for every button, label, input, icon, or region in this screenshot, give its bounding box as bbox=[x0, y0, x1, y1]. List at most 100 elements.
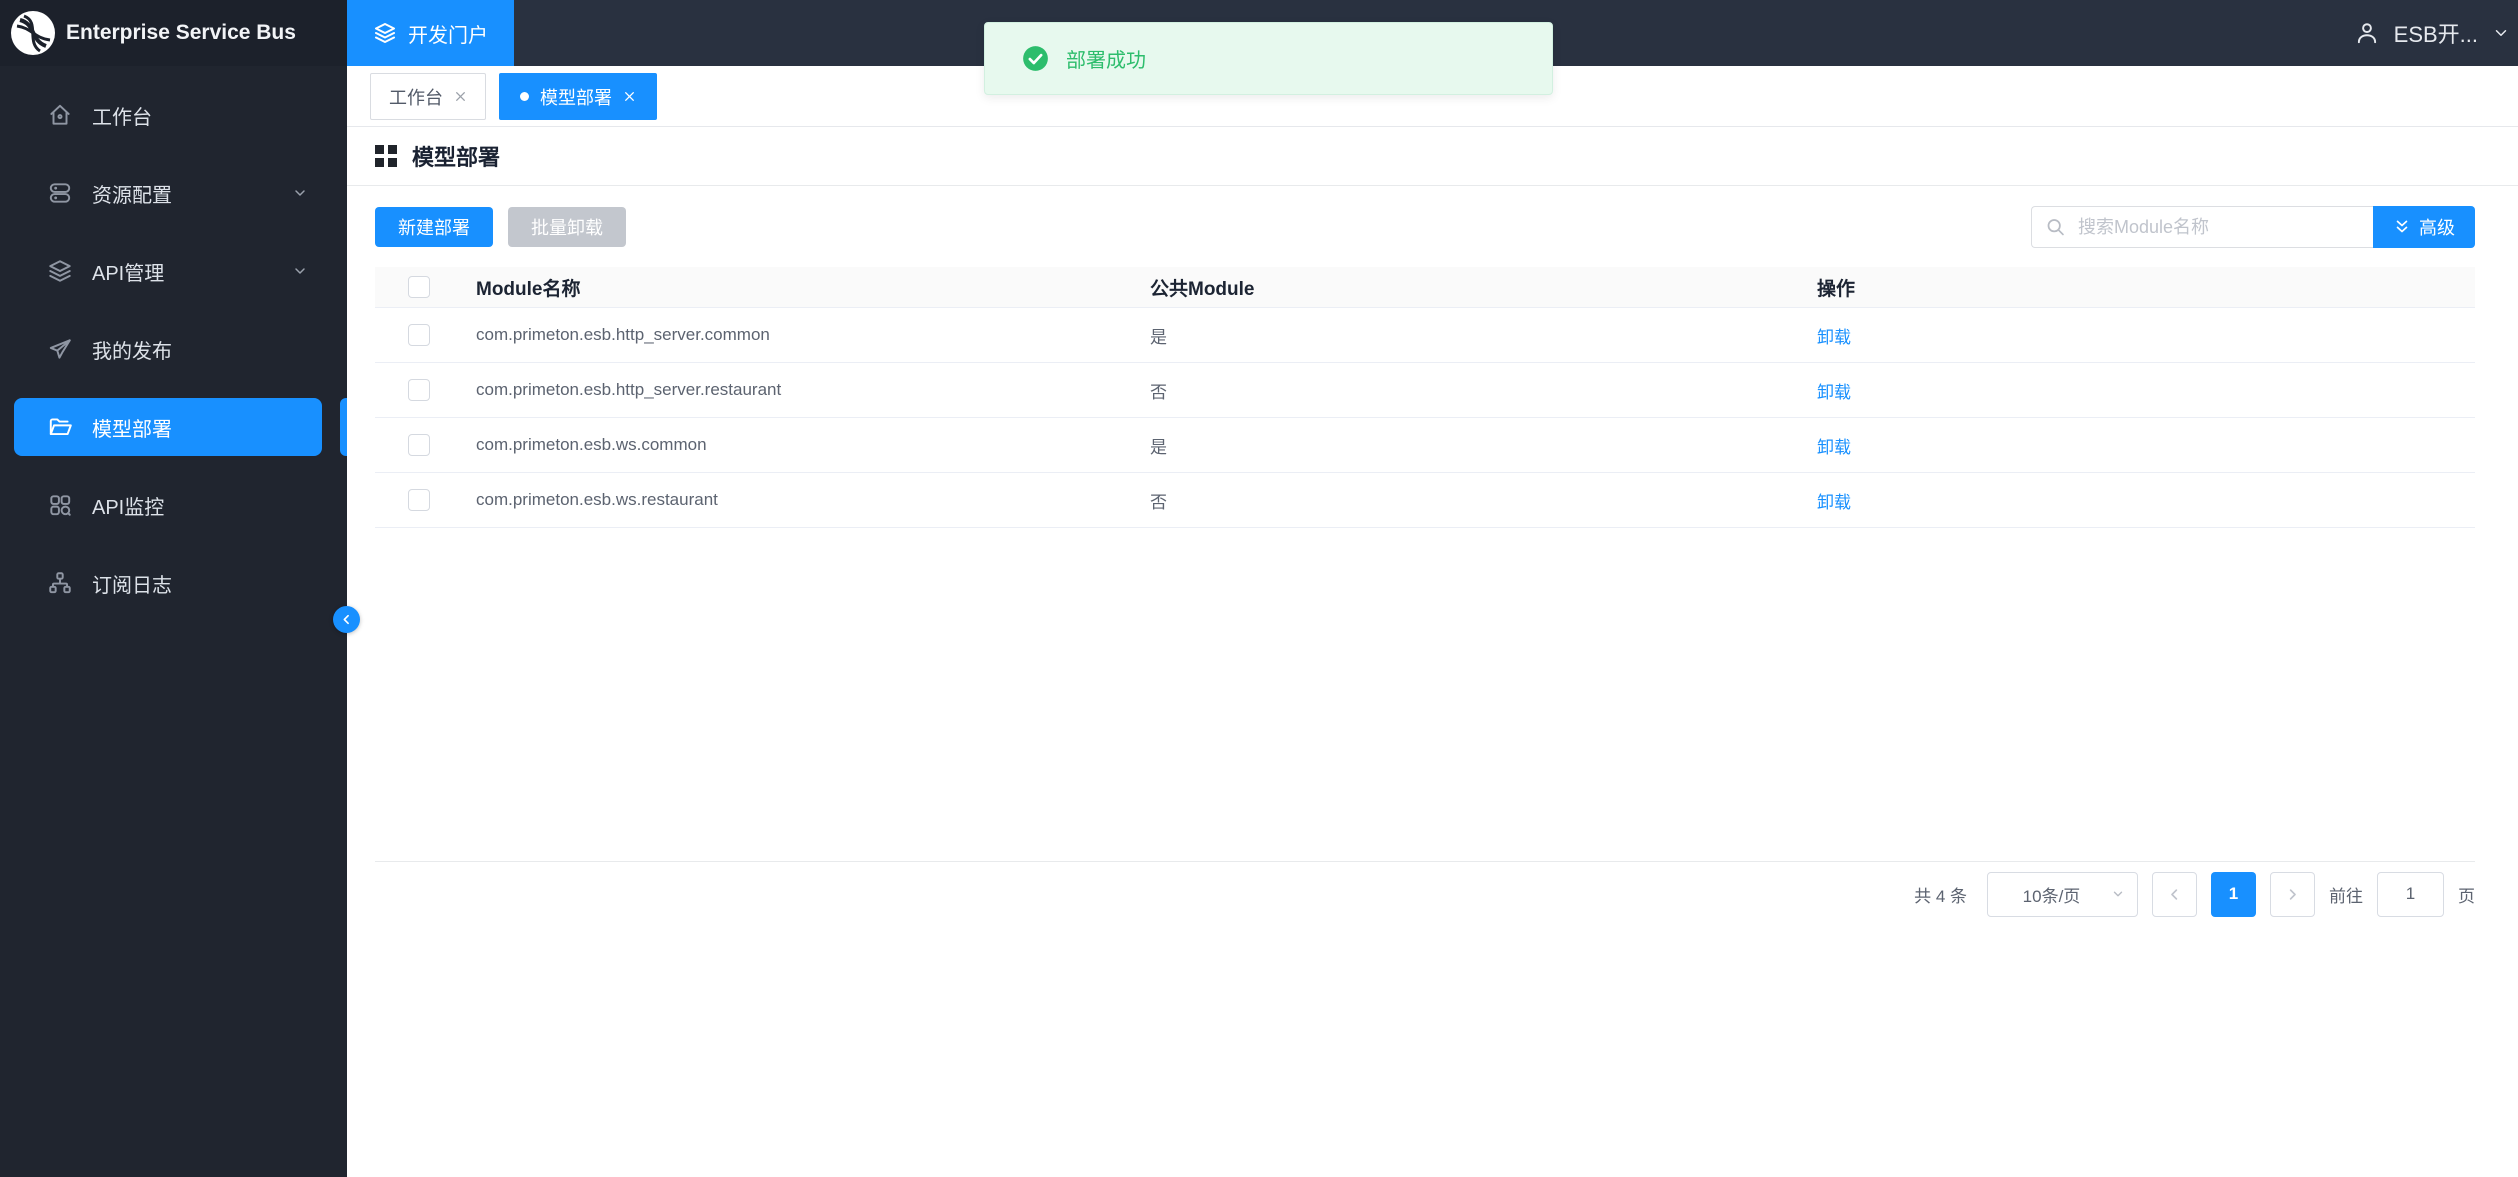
toolbar: 新建部署 批量卸载 高级 bbox=[375, 206, 2475, 248]
row-checkbox[interactable] bbox=[408, 379, 430, 401]
public-module-cell: 否 bbox=[1150, 382, 1167, 402]
folder-icon bbox=[47, 414, 73, 440]
table-row: com.primeton.esb.http_server.restaurant … bbox=[375, 363, 2475, 418]
pagination-total: 共 4 条 bbox=[1914, 886, 1967, 906]
new-deploy-button[interactable]: 新建部署 bbox=[375, 207, 493, 247]
tab-label: 模型部署 bbox=[540, 87, 612, 108]
goto-label: 前往 bbox=[2329, 886, 2363, 906]
table-row: com.primeton.esb.ws.restaurant 否 卸载 bbox=[375, 473, 2475, 528]
module-name-cell: com.primeton.esb.http_server.common bbox=[476, 325, 770, 344]
layers-icon bbox=[375, 23, 395, 43]
toast-message: 部署成功 bbox=[1066, 50, 1146, 72]
sidebar-item-model-deployment[interactable]: 模型部署 bbox=[14, 398, 322, 456]
module-name-cell: com.primeton.esb.ws.restaurant bbox=[476, 490, 718, 509]
row-checkbox[interactable] bbox=[408, 324, 430, 346]
module-name-cell: com.primeton.esb.ws.common bbox=[476, 435, 707, 454]
sidebar-item-label: 资源配置 bbox=[92, 184, 172, 207]
unload-link[interactable]: 卸载 bbox=[1817, 383, 1851, 402]
goto-page-input[interactable] bbox=[2377, 871, 2444, 917]
send-icon bbox=[47, 336, 73, 362]
page-title: 模型部署 bbox=[412, 145, 501, 170]
chevron-left-icon bbox=[343, 614, 349, 625]
chevron-right-icon bbox=[2289, 888, 2296, 900]
chevron-left-icon bbox=[2171, 888, 2178, 900]
tab-workbench[interactable]: 工作台 bbox=[370, 73, 486, 120]
table-header-row: Module名称 公共Module 操作 bbox=[375, 267, 2475, 308]
advanced-search-button[interactable]: 高级 bbox=[2373, 206, 2475, 248]
home-icon bbox=[47, 102, 73, 128]
brand-title: Enterprise Service Bus bbox=[66, 21, 296, 44]
grid-icon bbox=[47, 492, 73, 518]
double-chevron-down-icon bbox=[2396, 220, 2408, 233]
sidebar-item-resources[interactable]: 资源配置 bbox=[14, 164, 322, 222]
column-header-module-name: Module名称 bbox=[476, 278, 581, 300]
search-input[interactable] bbox=[2031, 206, 2373, 248]
search-box bbox=[2031, 206, 2373, 248]
public-module-cell: 否 bbox=[1150, 492, 1167, 512]
sidebar-item-subscription-logs[interactable]: 订阅日志 bbox=[14, 554, 322, 612]
unload-link[interactable]: 卸载 bbox=[1817, 493, 1851, 512]
prev-page-button[interactable] bbox=[2152, 871, 2197, 917]
grid-title-icon bbox=[375, 145, 397, 167]
page-size-value: 10条/页 bbox=[2022, 886, 2081, 906]
select-all-checkbox[interactable] bbox=[408, 276, 430, 298]
active-submenu-sliver bbox=[340, 398, 347, 456]
sidebar-collapse-button[interactable] bbox=[333, 606, 360, 633]
public-module-cell: 是 bbox=[1150, 437, 1167, 457]
portal-tab-label: 开发门户 bbox=[408, 24, 488, 47]
column-header-public-module: 公共Module bbox=[1150, 278, 1255, 300]
unload-link[interactable]: 卸载 bbox=[1817, 328, 1851, 347]
sidebar-item-label: API管理 bbox=[92, 262, 165, 285]
search-group: 高级 bbox=[2031, 206, 2475, 248]
app-root: Enterprise Service Bus 开发门户 ESB开... 部署成功… bbox=[0, 0, 2518, 1177]
sidebar-item-api-monitoring[interactable]: API监控 bbox=[14, 476, 322, 534]
next-page-button[interactable] bbox=[2270, 871, 2315, 917]
main-content: 工作台 模型部署 模型部署 新建部署 批量卸载 搜索Module名称 高级 Mo… bbox=[347, 66, 2518, 1177]
row-checkbox[interactable] bbox=[408, 489, 430, 511]
module-table: Module名称 公共Module 操作 com.primeton.esb.ht… bbox=[375, 267, 2475, 528]
sidebar-item-my-releases[interactable]: 我的发布 bbox=[14, 320, 322, 378]
table-row: com.primeton.esb.http_server.common 是 卸载 bbox=[375, 308, 2475, 363]
chevron-down-icon bbox=[2113, 891, 2123, 897]
column-header-actions: 操作 bbox=[1817, 278, 1856, 300]
portal-tab-dev[interactable]: 开发门户 bbox=[347, 0, 514, 66]
page-unit-label: 页 bbox=[2458, 886, 2475, 906]
sidebar-item-label: 模型部署 bbox=[92, 418, 172, 441]
page-size-select[interactable]: 10条/页 bbox=[1987, 871, 2138, 917]
success-toast: 部署成功 bbox=[984, 22, 1553, 95]
batch-unload-button[interactable]: 批量卸载 bbox=[508, 207, 626, 247]
row-checkbox[interactable] bbox=[408, 434, 430, 456]
user-menu[interactable]: ESB开... bbox=[2354, 0, 2518, 66]
sidebar-item-label: API监控 bbox=[92, 496, 165, 519]
layers-icon bbox=[47, 258, 73, 284]
close-icon[interactable] bbox=[454, 90, 467, 103]
chevron-down-icon bbox=[292, 185, 308, 201]
active-dot-icon bbox=[520, 92, 529, 101]
advanced-label: 高级 bbox=[2419, 218, 2455, 238]
sidebar-item-label: 工作台 bbox=[92, 106, 152, 129]
username-text: ESB开... bbox=[2393, 22, 2478, 47]
sidebar-nav: 工作台 资源配置 API管理 我的发布 模型部署 API监控 订阅日志 bbox=[0, 66, 347, 1177]
sidebar-item-label: 我的发布 bbox=[92, 340, 172, 363]
table-bottom-divider bbox=[375, 861, 2475, 862]
module-name-cell: com.primeton.esb.http_server.restaurant bbox=[476, 380, 782, 399]
sidebar-item-api-management[interactable]: API管理 bbox=[14, 242, 322, 300]
chevron-down-icon bbox=[2495, 30, 2507, 36]
logo-area: Enterprise Service Bus bbox=[0, 0, 347, 66]
table-row: com.primeton.esb.ws.common 是 卸载 bbox=[375, 418, 2475, 473]
close-icon[interactable] bbox=[623, 90, 636, 103]
public-module-cell: 是 bbox=[1150, 327, 1167, 347]
sidebar-item-label: 订阅日志 bbox=[92, 574, 172, 597]
pagination: 共 4 条 10条/页 1 前往 页 bbox=[375, 869, 2475, 919]
tab-model-deployment[interactable]: 模型部署 bbox=[499, 73, 657, 120]
chevron-down-icon bbox=[292, 263, 308, 279]
unload-link[interactable]: 卸载 bbox=[1817, 438, 1851, 457]
check-circle-icon bbox=[1023, 46, 1048, 71]
person-icon bbox=[2357, 23, 2376, 44]
org-chart-icon bbox=[47, 570, 73, 596]
tab-label: 工作台 bbox=[389, 87, 443, 108]
page-number-1[interactable]: 1 bbox=[2211, 871, 2256, 917]
esb-logo-icon bbox=[11, 11, 55, 55]
sidebar-item-workbench[interactable]: 工作台 bbox=[14, 86, 322, 144]
page-header: 模型部署 bbox=[347, 127, 2518, 186]
